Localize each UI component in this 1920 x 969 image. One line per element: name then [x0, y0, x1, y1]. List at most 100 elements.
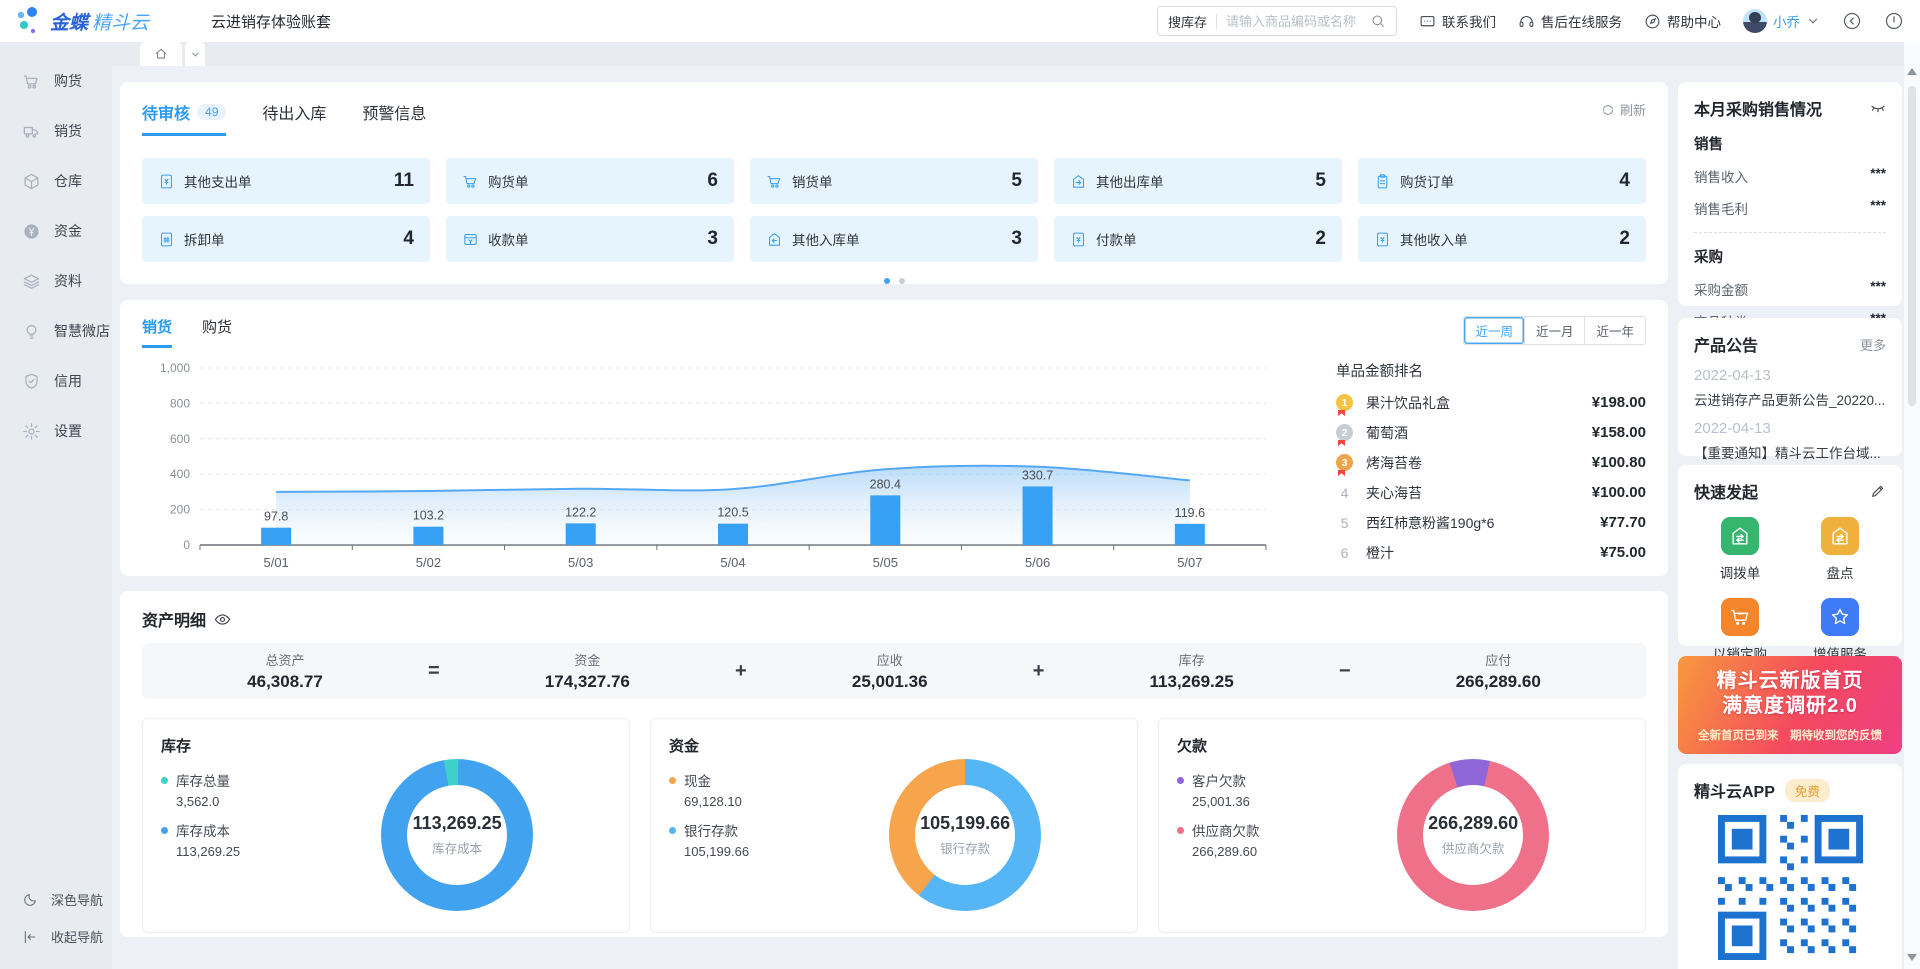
- after-sales-service-link[interactable]: 售后在线服务: [1518, 11, 1622, 31]
- home-icon: [154, 47, 168, 61]
- user-menu[interactable]: 小乔: [1743, 9, 1820, 33]
- todo-card-sales-bill[interactable]: 销货单5: [750, 158, 1038, 204]
- home-tab[interactable]: [140, 42, 182, 66]
- refresh-button[interactable]: 刷新: [1601, 100, 1646, 119]
- eye-closed-icon[interactable]: [1870, 100, 1886, 116]
- sidebar-item-credit[interactable]: 信用: [0, 356, 112, 406]
- purchase-amount-row: 采购金额***: [1694, 279, 1886, 299]
- ranking-item-amount: ¥158.00: [1592, 424, 1646, 441]
- tab-list-dropdown[interactable]: [185, 42, 205, 66]
- todo-card-other-inbound[interactable]: 其他入库单3: [750, 216, 1038, 262]
- gear-icon: [22, 422, 41, 441]
- ranking-item-amount: ¥100.80: [1592, 454, 1646, 471]
- house-in-icon: [766, 231, 783, 248]
- range-month-button[interactable]: 近一月: [1524, 317, 1585, 344]
- scroll-up-arrow[interactable]: [1907, 68, 1917, 75]
- app-title: 精斗云APP: [1694, 778, 1775, 802]
- tab-pending-approval[interactable]: 待审核 49: [142, 100, 226, 136]
- ranking-item-amount: ¥198.00: [1592, 394, 1646, 411]
- todo-card-receipt[interactable]: 收款单3: [446, 216, 734, 262]
- eye-icon[interactable]: [214, 611, 231, 628]
- ranking-row[interactable]: 4夹心海苔¥100.00: [1336, 484, 1646, 501]
- ranking-row[interactable]: 1果汁饮品礼盒¥198.00: [1336, 394, 1646, 411]
- quick-action-value-added[interactable]: 增值服务: [1794, 598, 1886, 663]
- vertical-scrollbar[interactable]: [1904, 42, 1920, 969]
- ranking-row[interactable]: 5西红柿意粉酱190g*6¥77.70: [1336, 514, 1646, 531]
- todo-card-purchase-order[interactable]: 购货订单4: [1358, 158, 1646, 204]
- sidebar-item-data[interactable]: 资料: [0, 256, 112, 306]
- quick-action-sell-to-buy[interactable]: 以销定购: [1694, 598, 1786, 663]
- svg-text:1,000: 1,000: [160, 361, 190, 375]
- edit-pencil-icon[interactable]: [1870, 483, 1886, 499]
- app-header: 金蝶 精斗云 云进销存体验账套 搜库存 联系我们 售后在线服务 帮助中心 小乔: [0, 0, 1920, 42]
- tab-sales[interactable]: 销货: [142, 316, 172, 348]
- contact-us-link[interactable]: 联系我们: [1419, 11, 1496, 31]
- chevron-down-icon: [190, 49, 201, 60]
- house-swap-icon: [1729, 525, 1751, 547]
- logout-button[interactable]: [1884, 11, 1904, 31]
- tab-pending-inout[interactable]: 待出入库: [262, 100, 326, 133]
- todo-card-payment[interactable]: 付款单2: [1054, 216, 1342, 262]
- carousel-dot-2[interactable]: [899, 278, 905, 284]
- search-icon[interactable]: [1370, 13, 1386, 29]
- collapse-icon: [22, 929, 38, 945]
- more-link[interactable]: 更多: [1860, 335, 1886, 354]
- layers-icon: [22, 272, 41, 291]
- contact-us-label: 联系我们: [1442, 11, 1496, 31]
- todo-card-label: 其他收入单: [1400, 229, 1468, 249]
- todo-card-label: 其他支出单: [184, 171, 252, 191]
- item-amount-ranking: 单品金额排名 1果汁饮品礼盒¥198.00 2葡萄酒¥158.00 3烤海苔卷¥…: [1292, 352, 1646, 577]
- todo-card-label: 拆卸单: [184, 229, 225, 249]
- sidebar-item-purchase[interactable]: 购货: [0, 56, 112, 106]
- avatar[interactable]: [1743, 9, 1767, 33]
- sidebar-item-sales[interactable]: 销货: [0, 106, 112, 156]
- quick-action-transfer[interactable]: 调拨单: [1694, 517, 1786, 582]
- app-logo[interactable]: 金蝶 精斗云: [12, 4, 149, 38]
- help-center-link[interactable]: 帮助中心: [1644, 11, 1721, 31]
- quick-action-stocktake[interactable]: 盘点: [1794, 517, 1886, 582]
- announcement-link[interactable]: 【重要通知】精斗云工作台域...: [1694, 442, 1886, 462]
- pending-count-badge: 49: [197, 104, 226, 120]
- cart-icon: [1729, 606, 1751, 628]
- survey-banner[interactable]: 精斗云新版首页 满意度调研2.0 全新首页已到来 期待收到您的反馈: [1678, 656, 1902, 754]
- section-title: 资金: [669, 735, 1119, 756]
- carousel-dot-1[interactable]: [884, 278, 890, 284]
- ranking-row[interactable]: 3烤海苔卷¥100.80: [1336, 454, 1646, 471]
- cart-icon: [22, 72, 41, 91]
- search-scope-label[interactable]: 搜库存: [1168, 12, 1207, 31]
- back-button[interactable]: [1842, 11, 1862, 31]
- announcement-link[interactable]: 云进销存产品更新公告_20220...: [1694, 389, 1886, 409]
- inventory-search[interactable]: 搜库存: [1157, 6, 1397, 36]
- todo-card-purchase-bill[interactable]: 购货单6: [446, 158, 734, 204]
- todo-card-count: 4: [1619, 170, 1630, 192]
- sidebar-item-warehouse[interactable]: 仓库: [0, 156, 112, 206]
- payable-amount: 应付266,289.60: [1456, 650, 1541, 692]
- sidebar-item-smart-store[interactable]: 智慧微店: [0, 306, 112, 356]
- todo-card-other-income[interactable]: 其他收入单2: [1358, 216, 1646, 262]
- todo-card-disassembly[interactable]: 拆卸单4: [142, 216, 430, 262]
- sidebar-item-settings[interactable]: 设置: [0, 406, 112, 456]
- todo-card-other-outbound[interactable]: 其他出库单5: [1054, 158, 1342, 204]
- tab-purchase[interactable]: 购货: [202, 316, 232, 348]
- svg-text:5/05: 5/05: [873, 555, 898, 570]
- free-badge: 免费: [1785, 779, 1830, 802]
- search-input[interactable]: [1226, 14, 1370, 29]
- tab-warning-info[interactable]: 预警信息: [362, 100, 426, 133]
- ranking-number: 4: [1336, 485, 1353, 501]
- ranking-number: 6: [1336, 545, 1353, 561]
- quick-actions-panel: 快速发起 调拨单 盘点 以销定购 增值服务: [1678, 465, 1902, 646]
- ranking-row[interactable]: 6橙汁¥75.00: [1336, 544, 1646, 561]
- svg-text:0: 0: [183, 538, 190, 552]
- todo-card-other-expense[interactable]: 其他支出单11: [142, 158, 430, 204]
- scrollbar-thumb[interactable]: [1908, 86, 1916, 406]
- range-week-button[interactable]: 近一周: [1464, 317, 1524, 344]
- yuan-doc-icon: [1070, 231, 1087, 248]
- browser-tabstrip: [112, 42, 1920, 66]
- scroll-down-arrow[interactable]: [1907, 954, 1917, 961]
- range-year-button[interactable]: 近一年: [1584, 317, 1645, 344]
- dark-nav-toggle[interactable]: 深色导航: [0, 881, 112, 918]
- funds-amount: 资金174,327.76: [545, 650, 630, 692]
- collapse-nav-button[interactable]: 收起导航: [0, 918, 112, 955]
- ranking-row[interactable]: 2葡萄酒¥158.00: [1336, 424, 1646, 441]
- sidebar-item-funds[interactable]: 资金: [0, 206, 112, 256]
